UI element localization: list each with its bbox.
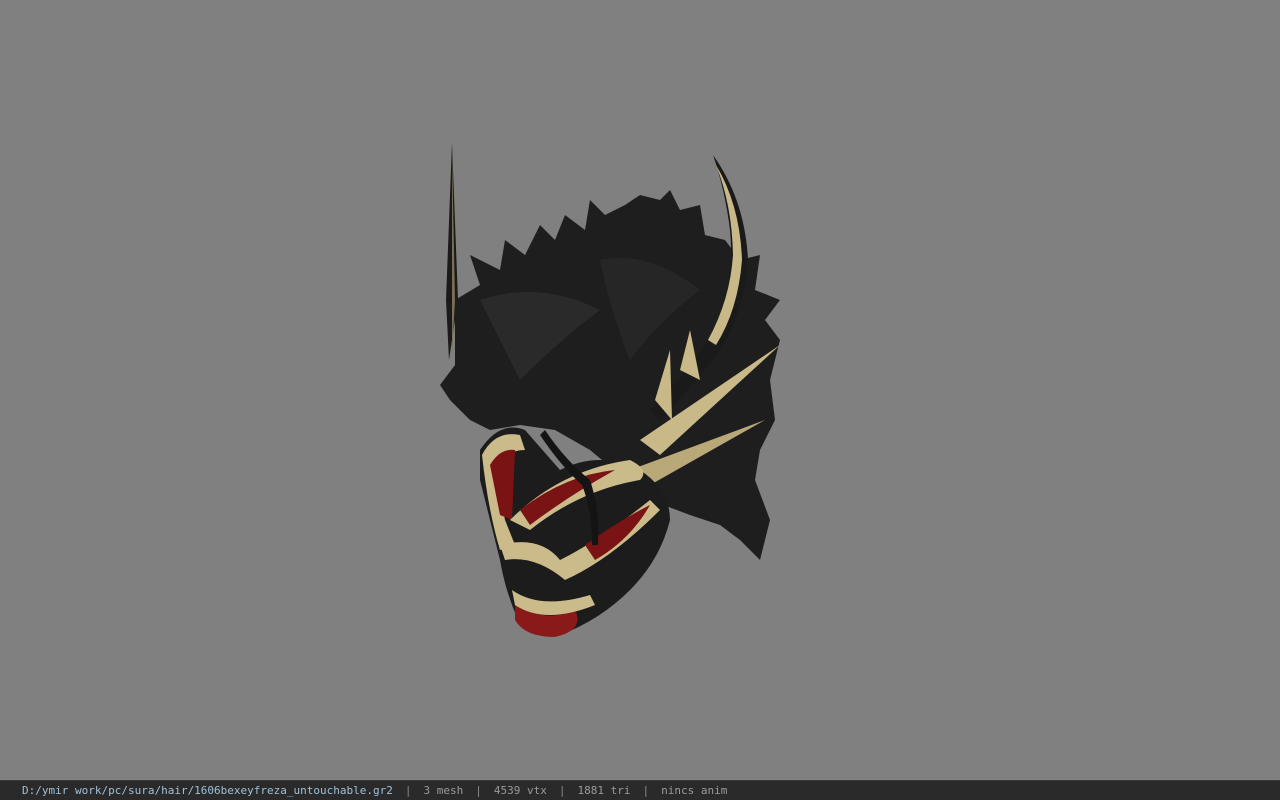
status-separator: | xyxy=(475,784,482,797)
status-bar: D:/ymir work/pc/sura/hair/1606bexeyfreza… xyxy=(0,780,1280,800)
hair-model-render xyxy=(440,143,780,637)
status-separator: | xyxy=(642,784,650,797)
vertex-count: 4539 vtx xyxy=(493,784,547,797)
status-separator: | xyxy=(558,784,566,797)
mesh-count: 3 mesh xyxy=(423,784,464,797)
3d-viewport[interactable] xyxy=(0,0,1280,780)
triangle-count: 1881 tri xyxy=(577,784,631,797)
file-path: D:/ymir work/pc/sura/hair/1606bexeyfreza… xyxy=(22,784,393,797)
status-separator: | xyxy=(404,784,412,797)
animation-status: nincs anim xyxy=(661,784,728,797)
